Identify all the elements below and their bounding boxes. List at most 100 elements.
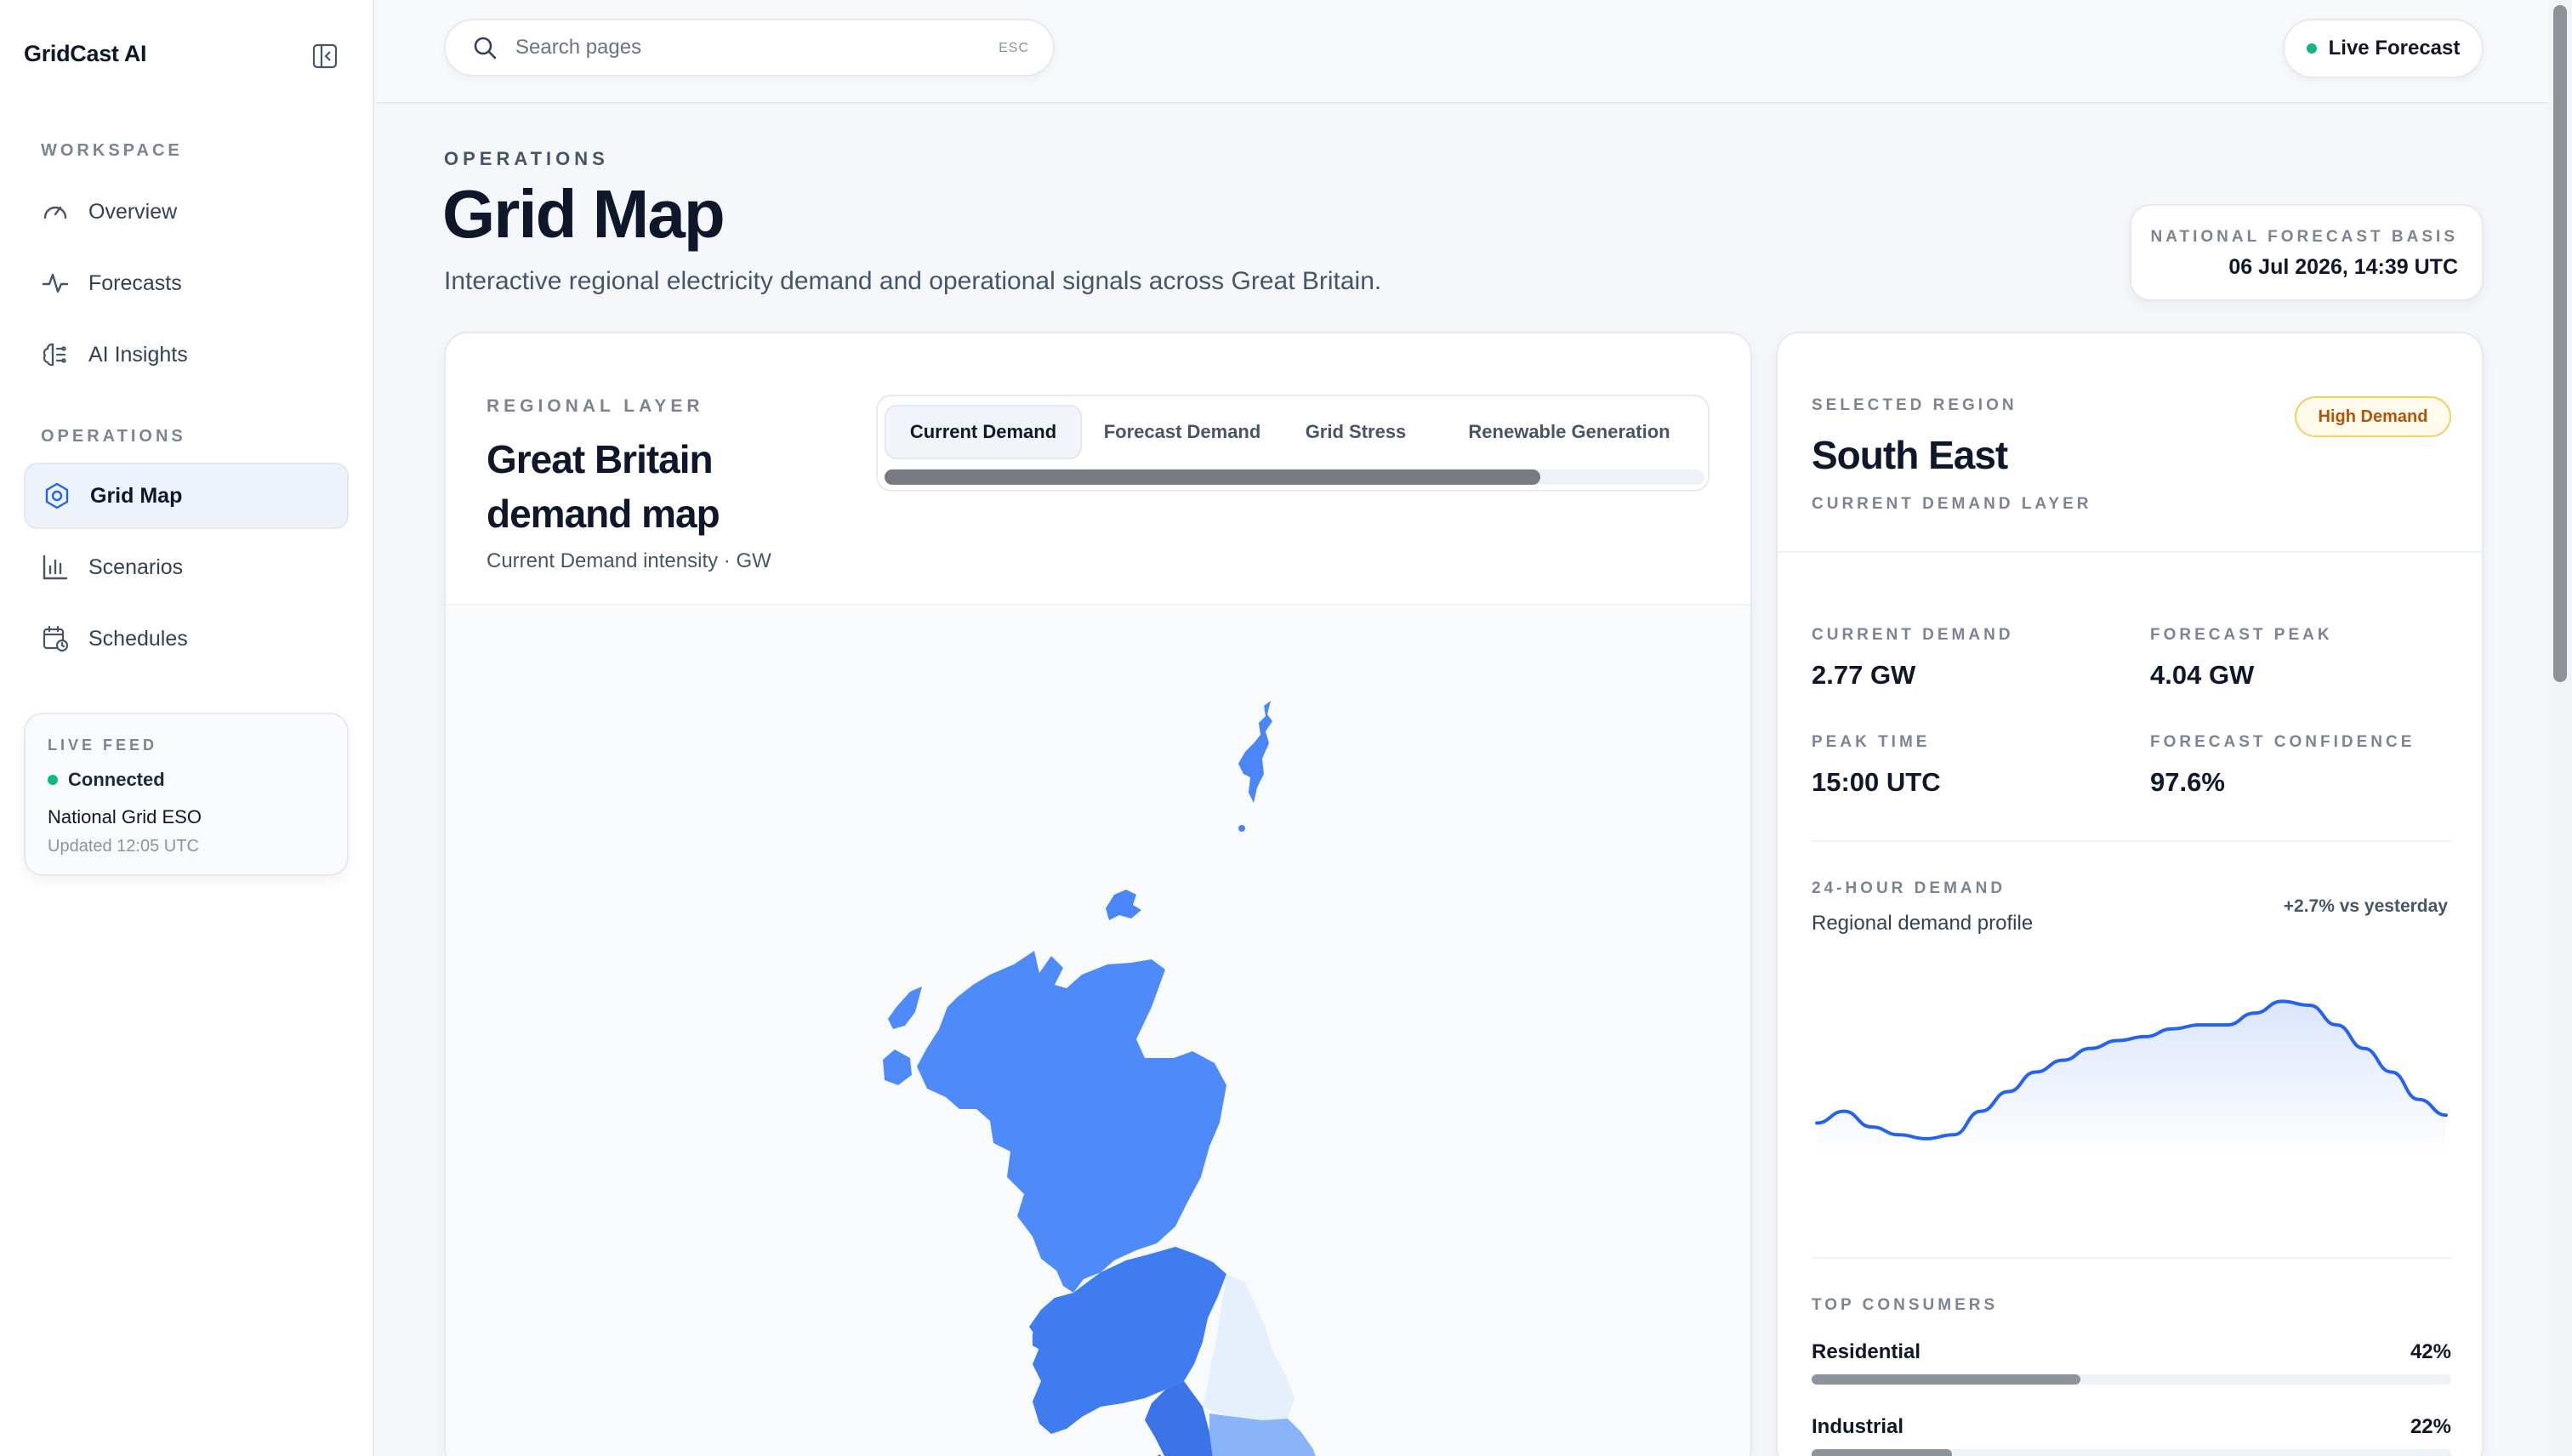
tab-forecast-demand[interactable]: Forecast Demand: [1090, 405, 1274, 459]
live-feed-status: Connected: [48, 769, 165, 791]
sidebar-item-schedules[interactable]: Schedules: [24, 606, 349, 672]
section-divider: [1812, 1257, 2451, 1259]
metric-label-forecast-confidence: FORECAST CONFIDENCE: [2150, 733, 2416, 751]
chart-point[interactable]: [1863, 1118, 1880, 1135]
metric-label-forecast-peak: FORECAST PEAK: [2150, 626, 2333, 644]
brain-icon: [43, 343, 66, 367]
forecast-basis-card: NATIONAL FORECAST BASIS 06 Jul 2026, 14:…: [2130, 204, 2484, 301]
chart-point[interactable]: [2301, 997, 2318, 1014]
gauge-icon: [43, 206, 67, 219]
metric-label-current-demand: CURRENT DEMAND: [1812, 626, 2014, 644]
live-feed-updated: Updated 12:05 UTC: [48, 837, 199, 856]
region-orkney[interactable]: [1106, 890, 1141, 920]
chart-point[interactable]: [1945, 1126, 1962, 1143]
chart-point[interactable]: [2410, 1091, 2427, 1108]
consumer-bar-fill: [1812, 1449, 1953, 1456]
live-feed-title: LIVE FEED: [48, 737, 158, 754]
sidebar-item-scenarios[interactable]: Scenarios: [24, 534, 349, 600]
chart-delta: +2.7% vs yesterday: [2283, 896, 2448, 916]
sidebar-item-label: Overview: [88, 199, 178, 224]
chart-point[interactable]: [2164, 1021, 2181, 1038]
chart-point[interactable]: [2383, 1063, 2400, 1080]
chart-point[interactable]: [1918, 1130, 1935, 1147]
chart-subtitle: Regional demand profile: [1812, 912, 2034, 935]
consumers-title: TOP CONSUMERS: [1812, 1296, 1999, 1314]
region-western-isles[interactable]: [888, 987, 922, 1029]
chart-point[interactable]: [2000, 1083, 2017, 1101]
activity-icon: [42, 273, 69, 293]
region-fair-isle[interactable]: [1238, 825, 1245, 832]
region-header: SELECTED REGION South East CURRENT DEMAN…: [1778, 333, 2482, 553]
tabs-scrollbar-thumb[interactable]: [885, 469, 1541, 485]
metric-value-current-demand: 2.77 GW: [1812, 660, 1916, 690]
page-scrollbar-thumb[interactable]: [2553, 5, 2567, 682]
live-dot-icon: [2306, 43, 2317, 54]
region-shetland[interactable]: [1238, 701, 1272, 803]
chart-point[interactable]: [1891, 1126, 1908, 1143]
chart-point[interactable]: [2355, 1040, 2372, 1057]
region-eyebrow: SELECTED REGION: [1812, 396, 2017, 414]
consumer-name: Industrial: [1812, 1415, 1904, 1438]
chart-point[interactable]: [2273, 992, 2290, 1010]
sidebar-item-overview[interactable]: Overview: [24, 179, 349, 245]
sidebar-item-forecasts[interactable]: Forecasts: [24, 250, 349, 316]
section-divider: [1812, 840, 2451, 842]
chart-point[interactable]: [1972, 1103, 1989, 1120]
calendar-clock-icon: [43, 625, 69, 652]
sidebar-item-ai-insights[interactable]: AI Insights: [24, 321, 349, 388]
forecast-basis-label: NATIONAL FORECAST BASIS: [2150, 228, 2458, 246]
demand-area-chart[interactable]: [1812, 954, 2451, 1209]
search-shortcut-hint: ESC: [999, 41, 1029, 55]
sidebar-item-label: AI Insights: [88, 342, 188, 367]
sidebar-item-label: Grid Map: [90, 483, 183, 508]
consumer-percent: 22%: [2410, 1415, 2451, 1438]
page-subtitle: Interactive regional electricity demand …: [444, 267, 1382, 295]
chart-point[interactable]: [2055, 1052, 2072, 1069]
consumer-bar-track: [1812, 1374, 2451, 1385]
consumer-name: Residential: [1812, 1340, 1921, 1363]
search-input[interactable]: [515, 36, 975, 60]
chart-point[interactable]: [2082, 1040, 2099, 1057]
sidebar: GridCast AI WORKSPACE Overview Forecasts…: [0, 0, 374, 1456]
live-feed-status-text: Connected: [68, 769, 165, 790]
live-feed-card: LIVE FEED Connected National Grid ESO Up…: [24, 713, 349, 876]
tab-renewable-generation[interactable]: Renewable Generation: [1437, 405, 1701, 459]
chart-point[interactable]: [2191, 1016, 2208, 1033]
chart-point[interactable]: [2246, 1004, 2263, 1021]
map-card-eyebrow: REGIONAL LAYER: [487, 396, 704, 416]
forecast-basis-value: 06 Jul 2026, 14:39 UTC: [2228, 255, 2458, 279]
sidebar-item-grid-map[interactable]: Grid Map: [24, 463, 349, 529]
chart-point[interactable]: [2027, 1063, 2044, 1080]
chart-point[interactable]: [2328, 1016, 2345, 1033]
live-forecast-button[interactable]: Live Forecast: [2283, 19, 2484, 78]
nav-section-operations: OPERATIONS: [41, 427, 186, 446]
tabs-scrollbar-track[interactable]: [885, 469, 1704, 485]
chart-point[interactable]: [2219, 1016, 2236, 1033]
chart-point[interactable]: [2137, 1028, 2154, 1045]
map-canvas[interactable]: [446, 607, 1750, 1456]
tab-current-demand[interactable]: Current Demand: [885, 405, 1082, 459]
map-card: REGIONAL LAYER Great Britain demand map …: [444, 332, 1752, 1456]
demand-status-badge: High Demand: [2295, 396, 2451, 437]
sidebar-item-label: Scenarios: [88, 555, 184, 579]
search-box[interactable]: ESC: [444, 19, 1055, 77]
live-forecast-label: Live Forecast: [2328, 37, 2461, 60]
gb-map[interactable]: [446, 607, 1752, 1456]
sidebar-collapse-icon[interactable]: [311, 43, 339, 70]
region-skye[interactable]: [883, 1049, 912, 1085]
sidebar-item-label: Schedules: [88, 626, 188, 651]
map-card-header: REGIONAL LAYER Great Britain demand map …: [446, 333, 1750, 606]
region-name: South East: [1812, 433, 2008, 477]
hexagon-target-icon: [45, 482, 69, 509]
consumer-percent: 42%: [2410, 1340, 2451, 1363]
metric-label-peak-time: PEAK TIME: [1812, 733, 1931, 751]
chart-point[interactable]: [1835, 1103, 1852, 1120]
layer-tabs: Current Demand Forecast Demand Grid Stre…: [876, 395, 1710, 492]
search-icon: [474, 37, 497, 60]
region-north-scotland[interactable]: [917, 951, 1226, 1293]
map-card-subtitle: Current Demand intensity · GW: [487, 549, 771, 572]
chart-point[interactable]: [2109, 1032, 2126, 1049]
chart-title: 24-HOUR DEMAND: [1812, 879, 2006, 897]
page-title: Grid Map: [442, 176, 726, 252]
tab-grid-stress[interactable]: Grid Stress: [1283, 405, 1429, 459]
